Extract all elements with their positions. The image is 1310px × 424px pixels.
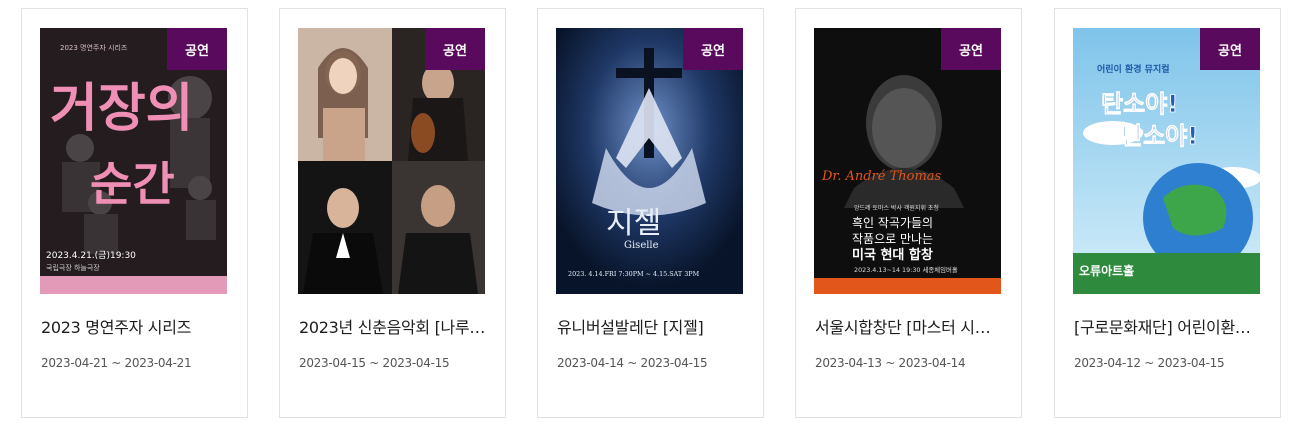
date-start: 2023-04-14 bbox=[557, 356, 624, 370]
poster-venue: 오류아트홀 bbox=[1079, 263, 1134, 278]
poster-line-2: 흑인 작곡가들의 bbox=[852, 216, 933, 230]
performance-title[interactable]: 2023년 신춘음악회 [나루 … bbox=[299, 314, 489, 338]
date-start: 2023-04-15 bbox=[299, 356, 366, 370]
poster-date: 2023.4.13~14 19:30 세종체임버홀 bbox=[854, 265, 958, 274]
poster-image-2[interactable]: 공연 bbox=[298, 28, 485, 294]
performance-card-5[interactable]: 어린이 환경 뮤지컬 탄소야! 탄소야! 오류아트홀 공연 [구로문화재단] 어… bbox=[1054, 8, 1281, 418]
date-separator: ~ bbox=[623, 356, 641, 370]
performance-card-grid: 2023 명연주자 시리즈 거장의 순간 2023.4.21.(금)19:30 … bbox=[0, 0, 1310, 424]
category-badge: 공연 bbox=[425, 28, 485, 70]
date-end: 2023-04-15 bbox=[640, 356, 708, 370]
poster-headline-top: 탄소야! bbox=[1101, 90, 1178, 118]
poster-line-4: 미국 현대 합창 bbox=[852, 247, 933, 263]
performance-date-range: 2023-04-21 ~ 2023-04-21 bbox=[41, 356, 192, 370]
poster-headline-top: 거장의 bbox=[50, 79, 194, 139]
poster-image-3[interactable]: 지젤 Giselle 2023. 4.14.FRI 7:30PM ~ 4.15.… bbox=[556, 28, 743, 294]
poster-series-label: 2023 명연주자 시리즈 bbox=[60, 43, 128, 52]
performance-card-2[interactable]: 공연 2023년 신춘음악회 [나루 … 2023-04-15 ~ 2023-0… bbox=[279, 8, 506, 418]
poster-venue: 국립극장 하늘극장 bbox=[46, 263, 100, 272]
date-start: 2023-04-13 bbox=[815, 356, 882, 370]
performance-card-3[interactable]: 지젤 Giselle 2023. 4.14.FRI 7:30PM ~ 4.15.… bbox=[537, 8, 764, 418]
poster-headline-bottom: 순간 bbox=[90, 157, 175, 211]
date-end: 2023-04-15 bbox=[1157, 356, 1225, 370]
date-start: 2023-04-12 bbox=[1074, 356, 1141, 370]
poster-line-3: 작품으로 만나는 bbox=[852, 232, 933, 246]
poster-image-4[interactable]: Dr. André Thomas 앙드레 토마스 박사 객원지휘 초청 흑인 작… bbox=[814, 28, 1001, 294]
date-separator: ~ bbox=[107, 356, 125, 370]
date-separator: ~ bbox=[881, 356, 899, 370]
poster-image-5[interactable]: 어린이 환경 뮤지컬 탄소야! 탄소야! 오류아트홀 공연 bbox=[1073, 28, 1260, 294]
performance-card-4[interactable]: Dr. André Thomas 앙드레 토마스 박사 객원지휘 초청 흑인 작… bbox=[795, 8, 1022, 418]
performance-date-range: 2023-04-15 ~ 2023-04-15 bbox=[299, 356, 450, 370]
performance-title[interactable]: 서울시합창단 [마스터 시… bbox=[815, 314, 1005, 338]
poster-subtitle: Giselle bbox=[624, 240, 659, 251]
poster-script-name: Dr. André Thomas bbox=[821, 169, 942, 184]
performance-title[interactable]: 2023 명연주자 시리즈 bbox=[41, 314, 231, 338]
date-separator: ~ bbox=[1140, 356, 1158, 370]
date-separator: ~ bbox=[365, 356, 383, 370]
poster-date: 2023. 4.14.FRI 7:30PM ~ 4.15.SAT 3PM bbox=[568, 270, 700, 278]
category-badge: 공연 bbox=[1200, 28, 1260, 70]
performance-title[interactable]: 유니버설발레단 [지젤] bbox=[557, 314, 747, 338]
poster-headline: 지젤 bbox=[606, 206, 661, 241]
date-end: 2023-04-15 bbox=[382, 356, 450, 370]
poster-headline-bottom: 탄소야! bbox=[1121, 122, 1198, 150]
date-end: 2023-04-14 bbox=[898, 356, 966, 370]
performance-date-range: 2023-04-14 ~ 2023-04-15 bbox=[557, 356, 708, 370]
poster-image-1[interactable]: 2023 명연주자 시리즈 거장의 순간 2023.4.21.(금)19:30 … bbox=[40, 28, 227, 294]
date-end: 2023-04-21 bbox=[124, 356, 192, 370]
date-start: 2023-04-21 bbox=[41, 356, 108, 370]
poster-date: 2023.4.21.(금)19:30 bbox=[46, 250, 136, 261]
performance-title[interactable]: [구로문화재단] 어린이환… bbox=[1074, 314, 1264, 338]
poster-top-label: 어린이 환경 뮤지컬 bbox=[1097, 63, 1170, 75]
performance-date-range: 2023-04-12 ~ 2023-04-15 bbox=[1074, 356, 1225, 370]
performance-card-1[interactable]: 2023 명연주자 시리즈 거장의 순간 2023.4.21.(금)19:30 … bbox=[21, 8, 248, 418]
category-badge: 공연 bbox=[683, 28, 743, 70]
performance-date-range: 2023-04-13 ~ 2023-04-14 bbox=[815, 356, 966, 370]
category-badge: 공연 bbox=[941, 28, 1001, 70]
category-badge: 공연 bbox=[167, 28, 227, 70]
poster-line-1: 앙드레 토마스 박사 객원지휘 초청 bbox=[854, 204, 939, 212]
